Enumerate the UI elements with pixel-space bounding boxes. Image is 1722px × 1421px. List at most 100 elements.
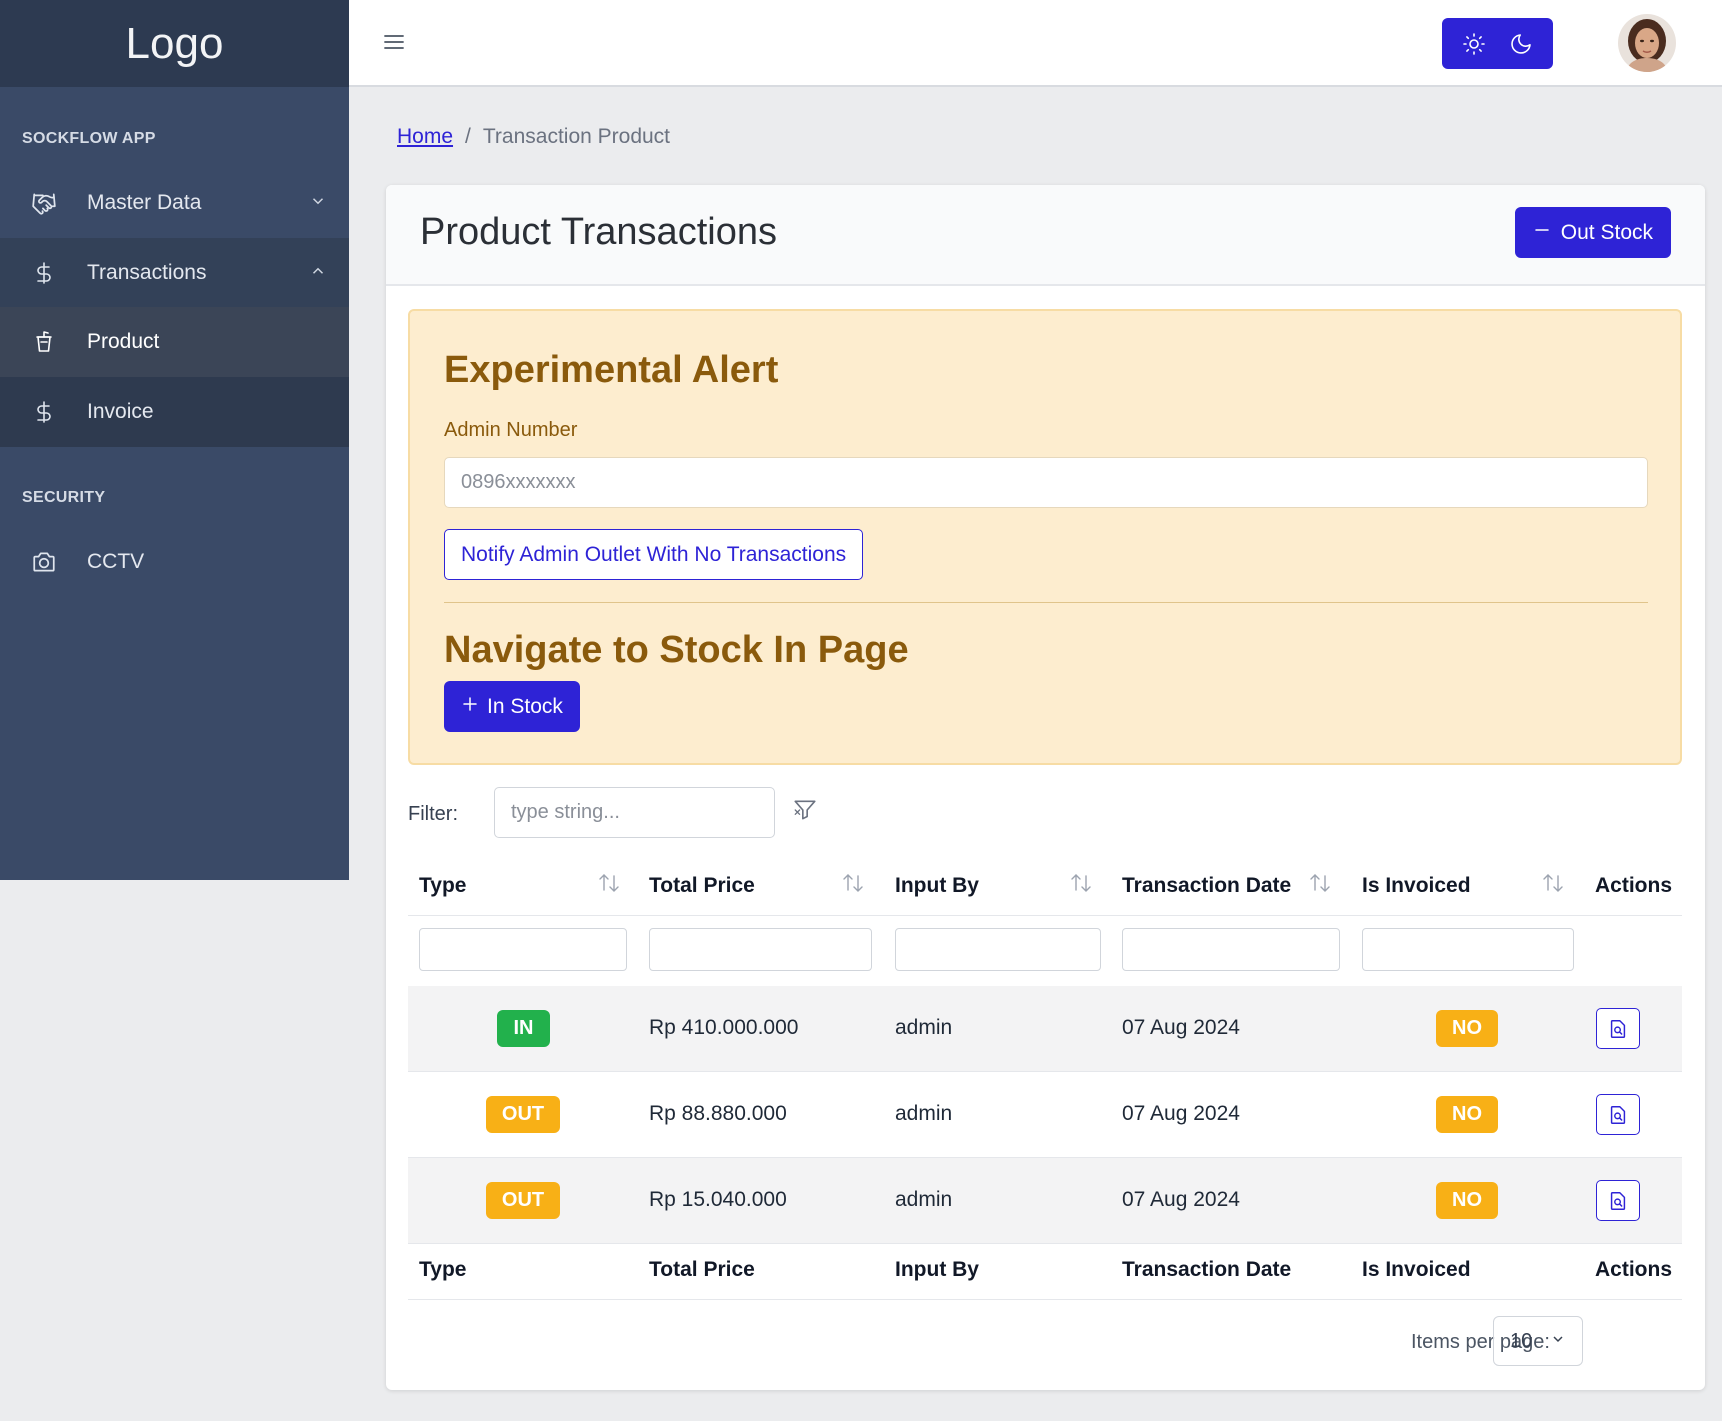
table-footer: Type Total Price Input By Transaction Da… bbox=[408, 1244, 1682, 1300]
transaction-date-cell: 07 Aug 2024 bbox=[1122, 1016, 1240, 1039]
chevron-down-icon bbox=[309, 192, 327, 216]
alert-divider bbox=[444, 602, 1648, 603]
logo[interactable]: Logo bbox=[126, 19, 224, 69]
view-detail-button[interactable] bbox=[1596, 1180, 1640, 1221]
transaction-date-cell: 07 Aug 2024 bbox=[1122, 1102, 1240, 1125]
breadcrumb-separator: / bbox=[465, 125, 471, 148]
invoiced-badge: NO bbox=[1436, 1010, 1498, 1047]
avatar[interactable] bbox=[1618, 14, 1676, 72]
minus-icon bbox=[1533, 221, 1551, 245]
input-by-filter-input[interactable] bbox=[895, 928, 1101, 971]
sidebar-item-master-data[interactable]: Master Data bbox=[0, 168, 349, 238]
sort-icon[interactable] bbox=[597, 870, 621, 901]
footer-transaction-date: Transaction Date bbox=[1122, 1258, 1292, 1281]
column-header-total-price[interactable]: Total Price bbox=[649, 874, 755, 898]
column-header-input-by[interactable]: Input By bbox=[895, 874, 979, 898]
breadcrumb: Home / Transaction Product bbox=[397, 125, 670, 149]
column-header-transaction-date[interactable]: Transaction Date bbox=[1122, 874, 1291, 898]
total-price-filter-input[interactable] bbox=[649, 928, 872, 971]
plus-icon bbox=[461, 695, 479, 719]
section-title-security: SECURITY bbox=[22, 489, 106, 506]
total-price-cell: Rp 15.040.000 bbox=[649, 1188, 787, 1211]
sidebar-item-cctv[interactable]: CCTV bbox=[0, 527, 349, 597]
breadcrumb-home-link[interactable]: Home bbox=[397, 125, 453, 148]
camera-icon bbox=[30, 548, 58, 576]
view-detail-button[interactable] bbox=[1596, 1094, 1640, 1135]
card-header: Product Transactions Out Stock bbox=[386, 185, 1705, 286]
hamburger-icon[interactable] bbox=[382, 30, 406, 59]
column-header-type[interactable]: Type bbox=[419, 874, 466, 898]
column-filter-row bbox=[408, 916, 1682, 984]
total-price-cell: Rp 410.000.000 bbox=[649, 1016, 799, 1039]
sort-icon[interactable] bbox=[1308, 870, 1332, 901]
filter-icon[interactable] bbox=[792, 797, 818, 828]
moon-icon[interactable] bbox=[1501, 24, 1541, 64]
sidebar: Logo SOCKFLOW APP Master Data Transactio… bbox=[0, 0, 349, 880]
chevron-up-icon bbox=[309, 262, 327, 286]
handshake-icon bbox=[30, 189, 58, 217]
admin-number-label: Admin Number bbox=[444, 419, 578, 441]
sidebar-item-label: CCTV bbox=[87, 550, 145, 573]
notify-admin-button[interactable]: Notify Admin Outlet With No Transactions bbox=[444, 529, 864, 580]
sidebar-item-product[interactable]: Product bbox=[0, 307, 349, 377]
filter-label: Filter: bbox=[408, 803, 458, 825]
footer-input-by: Input By bbox=[895, 1258, 979, 1281]
dollar-icon bbox=[30, 398, 58, 426]
sidebar-item-label: Invoice bbox=[87, 400, 154, 423]
input-by-cell: admin bbox=[895, 1188, 953, 1211]
in-stock-button[interactable]: In Stock bbox=[444, 681, 580, 732]
type-badge: OUT bbox=[486, 1096, 560, 1133]
type-badge: IN bbox=[497, 1010, 550, 1047]
alert-title: Experimental Alert bbox=[444, 349, 779, 391]
sort-icon[interactable] bbox=[841, 870, 865, 901]
transactions-card: Product Transactions Out Stock Experimen… bbox=[386, 185, 1705, 1390]
input-by-cell: admin bbox=[895, 1016, 953, 1039]
section-title-app: SOCKFLOW APP bbox=[22, 130, 156, 147]
sort-icon[interactable] bbox=[1541, 870, 1565, 901]
table-row: IN Rp 410.000.000 admin 07 Aug 2024 NO bbox=[408, 986, 1682, 1072]
table-row: OUT Rp 88.880.000 admin 07 Aug 2024 NO bbox=[408, 1072, 1682, 1158]
total-price-cell: Rp 88.880.000 bbox=[649, 1102, 787, 1125]
transaction-date-cell: 07 Aug 2024 bbox=[1122, 1188, 1240, 1211]
page-title: Product Transactions bbox=[420, 211, 777, 253]
is-invoiced-filter-input[interactable] bbox=[1362, 928, 1574, 971]
filter-input[interactable] bbox=[494, 787, 775, 838]
transaction-date-filter-input[interactable] bbox=[1122, 928, 1340, 971]
logo-bar: Logo bbox=[0, 0, 349, 87]
items-per-page-value: 10 bbox=[1510, 1329, 1533, 1352]
footer-actions: Actions bbox=[1595, 1258, 1673, 1281]
in-stock-label: In Stock bbox=[487, 694, 563, 718]
sun-icon[interactable] bbox=[1454, 24, 1494, 64]
table-row: OUT Rp 15.040.000 admin 07 Aug 2024 NO bbox=[408, 1158, 1682, 1244]
items-per-page-select[interactable]: 10 bbox=[1493, 1316, 1583, 1366]
topbar bbox=[349, 0, 1722, 87]
out-stock-label: Out Stock bbox=[1560, 220, 1653, 244]
footer-type: Type bbox=[419, 1258, 467, 1281]
type-badge: OUT bbox=[486, 1182, 560, 1219]
sidebar-item-invoice[interactable]: Invoice bbox=[0, 377, 349, 447]
footer-is-invoiced: Is Invoiced bbox=[1362, 1258, 1471, 1281]
input-by-cell: admin bbox=[895, 1102, 953, 1125]
breadcrumb-current: Transaction Product bbox=[482, 125, 671, 148]
experimental-alert: Experimental Alert Admin Number Notify A… bbox=[408, 309, 1682, 765]
out-stock-button[interactable]: Out Stock bbox=[1514, 207, 1671, 258]
alert-stock-in-title: Navigate to Stock In Page bbox=[444, 629, 909, 671]
sidebar-item-transactions[interactable]: Transactions bbox=[0, 238, 349, 308]
column-header-is-invoiced[interactable]: Is Invoiced bbox=[1362, 874, 1471, 898]
dollar-icon bbox=[30, 259, 58, 287]
sidebar-item-label: Product bbox=[87, 330, 160, 353]
theme-toggle bbox=[1442, 18, 1553, 69]
invoiced-badge: NO bbox=[1436, 1096, 1498, 1133]
chevron-down-icon bbox=[1550, 1330, 1566, 1353]
table-header: Type Total Price Input By Transaction Da… bbox=[408, 856, 1682, 916]
sidebar-item-label: Transactions bbox=[87, 261, 207, 284]
invoiced-badge: NO bbox=[1436, 1182, 1498, 1219]
column-header-actions: Actions bbox=[1595, 874, 1673, 897]
footer-total-price: Total Price bbox=[649, 1258, 755, 1281]
sidebar-item-label: Master Data bbox=[87, 191, 202, 214]
type-filter-input[interactable] bbox=[419, 928, 627, 971]
sort-icon[interactable] bbox=[1069, 870, 1093, 901]
view-detail-button[interactable] bbox=[1596, 1008, 1640, 1049]
cup-icon bbox=[30, 328, 58, 356]
admin-number-input[interactable] bbox=[444, 457, 1648, 508]
